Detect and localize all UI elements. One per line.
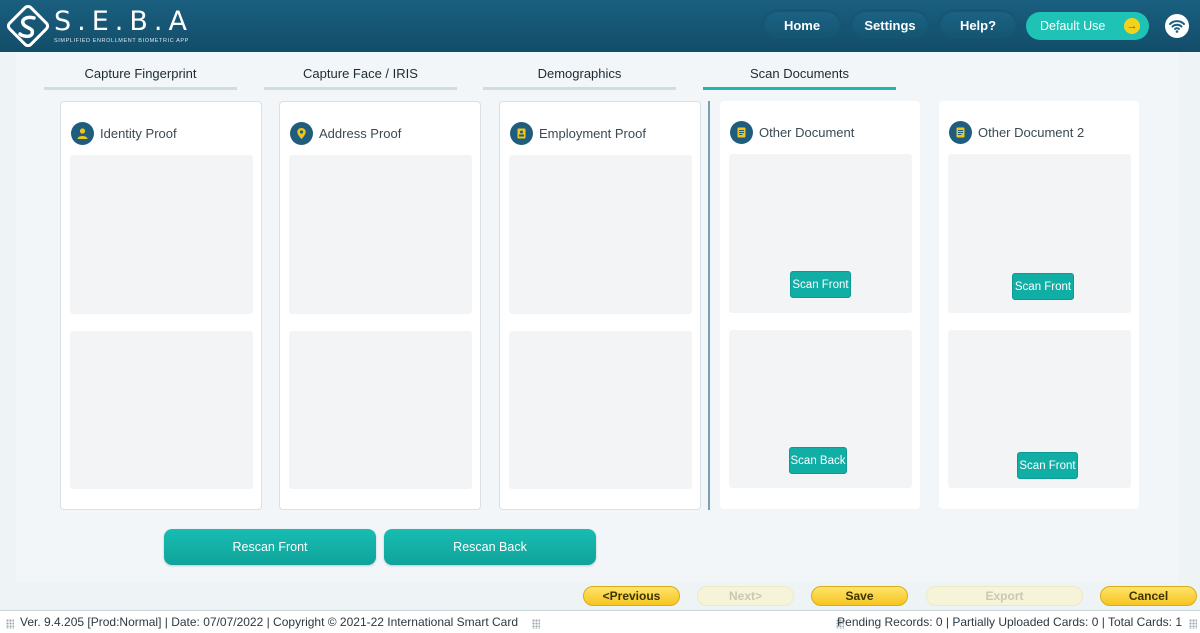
tab-capture-face-iris[interactable]: Capture Face / IRIS [264, 60, 457, 90]
address-proof-card: Address Proof [279, 101, 481, 510]
document-icon [730, 121, 753, 144]
status-version-info: Ver. 9.4.205 [Prod:Normal] | Date: 07/07… [20, 615, 519, 629]
location-pin-icon [290, 122, 313, 145]
cancel-button[interactable]: Cancel [1100, 586, 1197, 606]
section-divider [708, 101, 710, 510]
front-scan-slot [509, 155, 692, 314]
tab-capture-fingerprint[interactable]: Capture Fingerprint [44, 60, 237, 90]
employment-proof-title: Employment Proof [539, 126, 646, 141]
export-button[interactable]: Export [926, 586, 1083, 606]
arrow-right-icon: → [1124, 18, 1140, 34]
other-document-2-title: Other Document 2 [978, 125, 1085, 140]
wifi-icon[interactable] [1165, 14, 1189, 38]
other-document-2-card: Other Document 2 Scan Front Scan Front [939, 101, 1139, 509]
tab-demographics[interactable]: Demographics [483, 60, 676, 90]
home-button[interactable]: Home [763, 10, 841, 40]
resize-grip-icon [6, 619, 14, 629]
other-document-title: Other Document [759, 125, 855, 140]
front-scan-slot [289, 155, 472, 314]
scan-front-button-bottom[interactable]: Scan Front [1017, 452, 1078, 479]
card-title: Address Proof [290, 122, 401, 145]
document-icon [949, 121, 972, 144]
logo-subtitle: SIMPLIFIED ENROLLMENT BIOMETRIC APP [54, 38, 189, 44]
identity-proof-title: Identity Proof [100, 126, 177, 141]
app-header: S.E.B.A SIMPLIFIED ENROLLMENT BIOMETRIC … [0, 0, 1200, 52]
identity-proof-card: Identity Proof [60, 101, 262, 510]
rescan-front-button[interactable]: Rescan Front [164, 529, 376, 565]
scan-back-button[interactable]: Scan Back [789, 447, 847, 474]
scan-front-button[interactable]: Scan Front [1012, 273, 1074, 300]
address-proof-title: Address Proof [319, 126, 402, 141]
other-document-card: Other Document Scan Front Scan Back [720, 101, 920, 509]
status-bar: Ver. 9.4.205 [Prod:Normal] | Date: 07/07… [0, 610, 1200, 633]
person-icon [71, 122, 94, 145]
tab-scan-documents[interactable]: Scan Documents [703, 60, 896, 90]
seba-logo-icon [6, 4, 50, 48]
save-button[interactable]: Save [811, 586, 908, 606]
next-button[interactable]: Next> [697, 586, 794, 606]
card-title: Other Document [730, 121, 854, 144]
card-title: Identity Proof [71, 122, 177, 145]
scan-front-button[interactable]: Scan Front [790, 271, 851, 298]
help-button[interactable]: Help? [939, 10, 1017, 40]
rescan-back-button[interactable]: Rescan Back [384, 529, 596, 565]
user-button[interactable]: Default Use → [1026, 12, 1149, 40]
settings-button[interactable]: Settings [851, 10, 929, 40]
back-scan-slot [70, 331, 253, 489]
separator-grip-icon [532, 619, 540, 629]
back-scan-slot [509, 331, 692, 489]
card-title: Employment Proof [510, 122, 646, 145]
app-logo: S.E.B.A SIMPLIFIED ENROLLMENT BIOMETRIC … [6, 4, 188, 48]
id-badge-icon [510, 122, 533, 145]
back-scan-slot [289, 331, 472, 489]
logo-text: S.E.B.A [54, 6, 193, 37]
resize-grip-icon [1189, 619, 1197, 629]
previous-button[interactable]: <Previous [583, 586, 680, 606]
status-records-info: Pending Records: 0 | Partially Uploaded … [837, 615, 1182, 629]
user-label: Default Use [1040, 19, 1106, 33]
card-title: Other Document 2 [949, 121, 1084, 144]
employment-proof-card: Employment Proof [499, 101, 701, 510]
front-scan-slot [70, 155, 253, 314]
